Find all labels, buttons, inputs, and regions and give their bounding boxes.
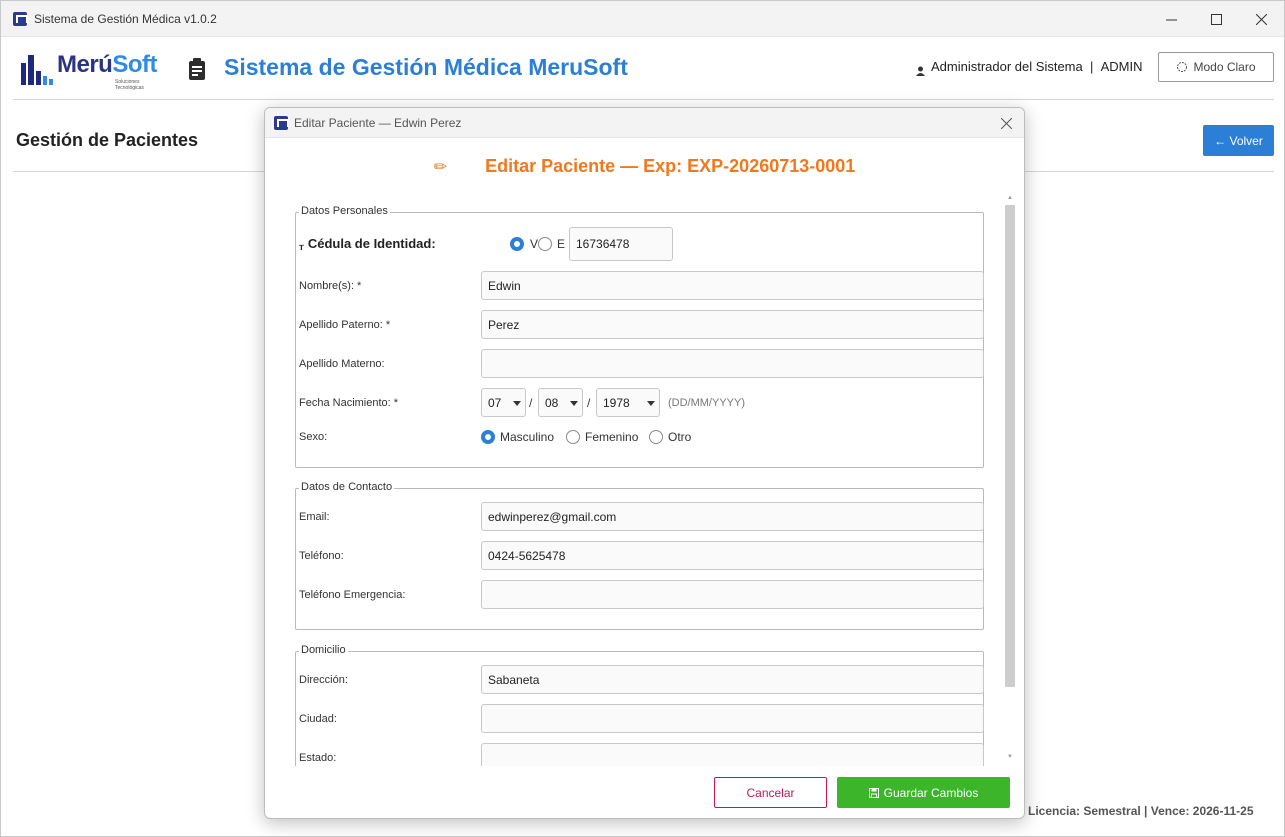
- date-separator: /: [529, 396, 533, 410]
- logo-bars-icon: [19, 51, 55, 85]
- user-role: ADMIN: [1100, 59, 1143, 74]
- minimize-icon[interactable]: [1148, 1, 1194, 37]
- cedula-label: ┰ Cédula de Identidad:: [299, 236, 436, 251]
- maximize-icon[interactable]: [1193, 1, 1239, 37]
- personal-data-group: Datos Personales ┰ Cédula de Identidad: V…: [295, 205, 984, 468]
- telefono-emergencia-input[interactable]: [481, 580, 984, 609]
- medical-record-icon: [187, 57, 207, 81]
- direccion-label: Dirección:: [299, 674, 348, 686]
- user-separator: |: [1089, 59, 1094, 74]
- save-changes-button[interactable]: Guardar Cambios: [837, 777, 1010, 808]
- cedula-radio-e[interactable]: [538, 237, 552, 251]
- cedula-input[interactable]: 16736478: [569, 227, 673, 261]
- birth-month-select[interactable]: 08: [538, 388, 583, 417]
- logo-text: MerúSoft: [57, 51, 157, 78]
- app-icon: [13, 12, 28, 26]
- sexo-label: Sexo:: [299, 431, 328, 443]
- apellido-materno-input[interactable]: [481, 349, 984, 378]
- apellido-paterno-label: Apellido Paterno: *: [299, 319, 391, 331]
- form-scroll-area[interactable]: Datos Personales ┰ Cédula de Identidad: V…: [265, 194, 1024, 766]
- app-header: MerúSoft Soluciones Tecnológicas Sistema…: [1, 37, 1284, 99]
- telefono-input[interactable]: 0424-5625478: [481, 541, 984, 570]
- logo-subtitle: Soluciones Tecnológicas: [115, 79, 144, 91]
- birth-year-select[interactable]: 1978: [596, 388, 660, 417]
- window-title: Sistema de Gestión Médica v1.0.2: [34, 12, 217, 26]
- cancel-button[interactable]: Cancelar: [714, 777, 827, 808]
- save-changes-label: Guardar Cambios: [883, 785, 979, 800]
- edit-patient-dialog: Editar Paciente — Edwin Perez ✏ Editar Pa…: [264, 107, 1025, 819]
- birth-day-value: 07: [488, 396, 502, 410]
- scroll-down-icon[interactable]: ▼: [1007, 754, 1013, 760]
- merusoft-logo: MerúSoft Soluciones Tecnológicas: [19, 49, 169, 91]
- cedula-radio-v-label: V: [530, 237, 539, 251]
- sexo-option-femenino: Femenino: [585, 430, 639, 444]
- dialog-close-icon[interactable]: [996, 113, 1016, 133]
- sexo-radio-femenino[interactable]: [566, 430, 580, 444]
- back-button[interactable]: ← Volver: [1203, 125, 1274, 156]
- sexo-option-otro: Otro: [668, 430, 692, 444]
- theme-mode-button[interactable]: Modo Claro: [1158, 52, 1274, 82]
- address-legend: Domicilio: [299, 644, 348, 656]
- birth-month-value: 08: [545, 396, 559, 410]
- window-titlebar: Sistema de Gestión Médica v1.0.2: [1, 1, 1284, 37]
- dialog-titlebar: Editar Paciente — Edwin Perez: [265, 108, 1024, 138]
- scroll-up-icon[interactable]: ▲: [1007, 195, 1013, 201]
- cedula-radio-v[interactable]: [510, 237, 524, 251]
- required-marker-icon: ┰: [299, 241, 304, 250]
- chevron-down-icon: [647, 401, 655, 406]
- contact-data-legend: Datos de Contacto: [299, 481, 395, 493]
- email-label: Email:: [299, 511, 330, 523]
- address-group: Domicilio Dirección: Sabaneta Ciudad: Es…: [295, 644, 984, 766]
- date-separator: /: [587, 396, 591, 410]
- contact-data-group: Datos de Contacto Email: edwinperez@gmai…: [295, 481, 984, 630]
- ciudad-input[interactable]: [481, 704, 984, 733]
- save-icon: [868, 787, 879, 798]
- page-title: Gestión de Pacientes: [16, 130, 199, 150]
- apellido-paterno-input[interactable]: Perez: [481, 310, 984, 339]
- user-icon: [916, 65, 925, 76]
- email-input[interactable]: edwinperez@gmail.com: [481, 502, 984, 531]
- user-name: Administrador del Sistema: [931, 59, 1083, 74]
- dialog-heading-text: Editar Paciente — Exp: EXP-20260713-0001: [485, 156, 856, 176]
- user-info: Administrador del Sistema | ADMIN: [931, 59, 1142, 74]
- nombre-input[interactable]: Edwin: [481, 271, 984, 300]
- chevron-down-icon: [513, 401, 521, 406]
- estado-input[interactable]: [481, 743, 984, 766]
- dialog-title: Editar Paciente — Edwin Perez: [294, 116, 462, 130]
- date-format-hint: (DD/MM/YYYY): [668, 397, 745, 409]
- license-status: Licencia: Semestral | Vence: 2026-11-25: [1028, 804, 1254, 818]
- close-icon[interactable]: [1238, 1, 1284, 37]
- telefono-label: Teléfono:: [299, 550, 344, 562]
- apellido-materno-label: Apellido Materno:: [299, 358, 385, 370]
- pencil-icon: ✏: [433, 159, 448, 176]
- scrollbar-thumb[interactable]: [1005, 205, 1015, 687]
- telefono-emergencia-label: Teléfono Emergencia:: [299, 589, 406, 601]
- header-divider: [13, 99, 1274, 100]
- nombre-label: Nombre(s): *: [299, 280, 362, 292]
- theme-mode-label: Modo Claro: [1193, 60, 1256, 74]
- personal-data-legend: Datos Personales: [299, 205, 390, 217]
- theme-toggle-icon: [1177, 62, 1188, 72]
- cedula-radio-e-label: E: [557, 237, 566, 251]
- sexo-radio-otro[interactable]: [649, 430, 663, 444]
- form-scrollbar[interactable]: ▲ ▼: [1005, 195, 1015, 762]
- dialog-app-icon: [274, 116, 289, 130]
- direccion-input[interactable]: Sabaneta: [481, 665, 984, 694]
- birth-day-select[interactable]: 07: [481, 388, 526, 417]
- chevron-down-icon: [570, 401, 578, 406]
- sexo-radio-masculino[interactable]: [481, 430, 495, 444]
- ciudad-label: Ciudad:: [299, 713, 337, 725]
- estado-label: Estado:: [299, 752, 337, 764]
- fecha-nacimiento-label: Fecha Nacimiento: *: [299, 397, 399, 409]
- app-title: Sistema de Gestión Médica MeruSoft: [224, 54, 628, 80]
- birth-year-value: 1978: [603, 396, 630, 410]
- dialog-heading: ✏ Editar Paciente — Exp: EXP-20260713-000…: [265, 156, 1024, 177]
- sexo-option-masculino: Masculino: [500, 430, 555, 444]
